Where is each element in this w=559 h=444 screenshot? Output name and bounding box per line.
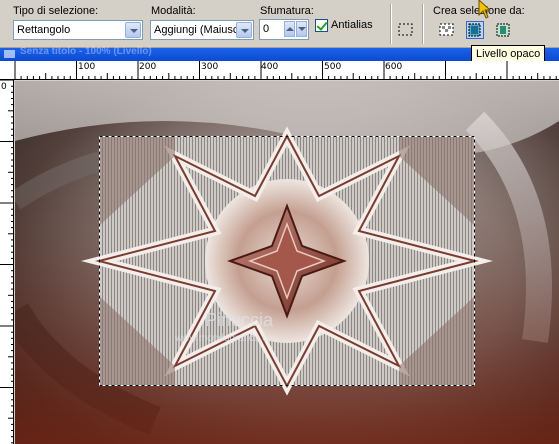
feather-value: 0 (263, 23, 270, 35)
watermark-name: Pinuccia (205, 310, 274, 330)
checkerboard-icon (439, 23, 454, 36)
opaque-layer-icon (468, 23, 481, 37)
selection-type-label: Tipo di selezione: (13, 5, 99, 17)
ruler-label: 100 (78, 62, 96, 72)
selection-type-dropdown[interactable]: Rettangolo (13, 20, 143, 40)
selection-from-layer-button[interactable] (494, 21, 512, 39)
feather-label: Sfumatura: (260, 5, 314, 17)
spin-up-icon[interactable] (284, 21, 295, 37)
separator (390, 4, 392, 44)
app-window: Tipo di selezione: Rettangolo Modalità: … (0, 0, 559, 444)
separator (422, 4, 424, 44)
horizontal-ruler[interactable]: 100 200 300 400 500 600 (0, 61, 559, 80)
mouse-pointer-icon (478, 0, 491, 19)
vertical-ruler[interactable]: 0 (0, 80, 14, 444)
remove-selection-button[interactable] (397, 21, 415, 39)
feather-spinbox[interactable]: 0 (259, 19, 309, 40)
ruler-label: 600 (385, 62, 403, 72)
chevron-down-icon[interactable] (125, 22, 141, 38)
image-canvas[interactable]: Pinuccia www.mondografica.eu (15, 81, 559, 444)
ruler-label: 400 (261, 62, 279, 72)
document-title: Senza titolo - 100% (Livello) (20, 46, 152, 57)
selection-type-value: Rettangolo (17, 24, 71, 36)
ruler-label: 300 (201, 62, 219, 72)
tool-options-bar: Tipo di selezione: Rettangolo Modalità: … (0, 0, 559, 48)
antialias-label: Antialias (331, 19, 373, 31)
ruler-ticks (0, 80, 13, 444)
artwork: Pinuccia www.mondografica.eu (15, 81, 559, 444)
layer-icon (496, 23, 510, 37)
mode-dropdown[interactable]: Aggiungi (Maiusc) (150, 20, 254, 40)
mode-value: Aggiungi (Maiusc) (154, 24, 243, 36)
chevron-down-icon[interactable] (236, 22, 252, 38)
ruler-label: 500 (324, 62, 342, 72)
spin-down-icon[interactable] (296, 21, 307, 37)
document-icon (4, 50, 15, 58)
selection-area (81, 126, 493, 396)
ruler-label: 200 (139, 62, 157, 72)
ruler-label: 0 (1, 82, 7, 92)
mode-label: Modalità: (151, 5, 196, 17)
selection-from-mask-button[interactable] (438, 21, 456, 39)
watermark-url: www.mondografica.eu (174, 333, 273, 344)
selection-icon (398, 23, 413, 36)
antialias-checkbox[interactable] (315, 19, 328, 32)
opaque-layer-button[interactable] (466, 21, 484, 39)
